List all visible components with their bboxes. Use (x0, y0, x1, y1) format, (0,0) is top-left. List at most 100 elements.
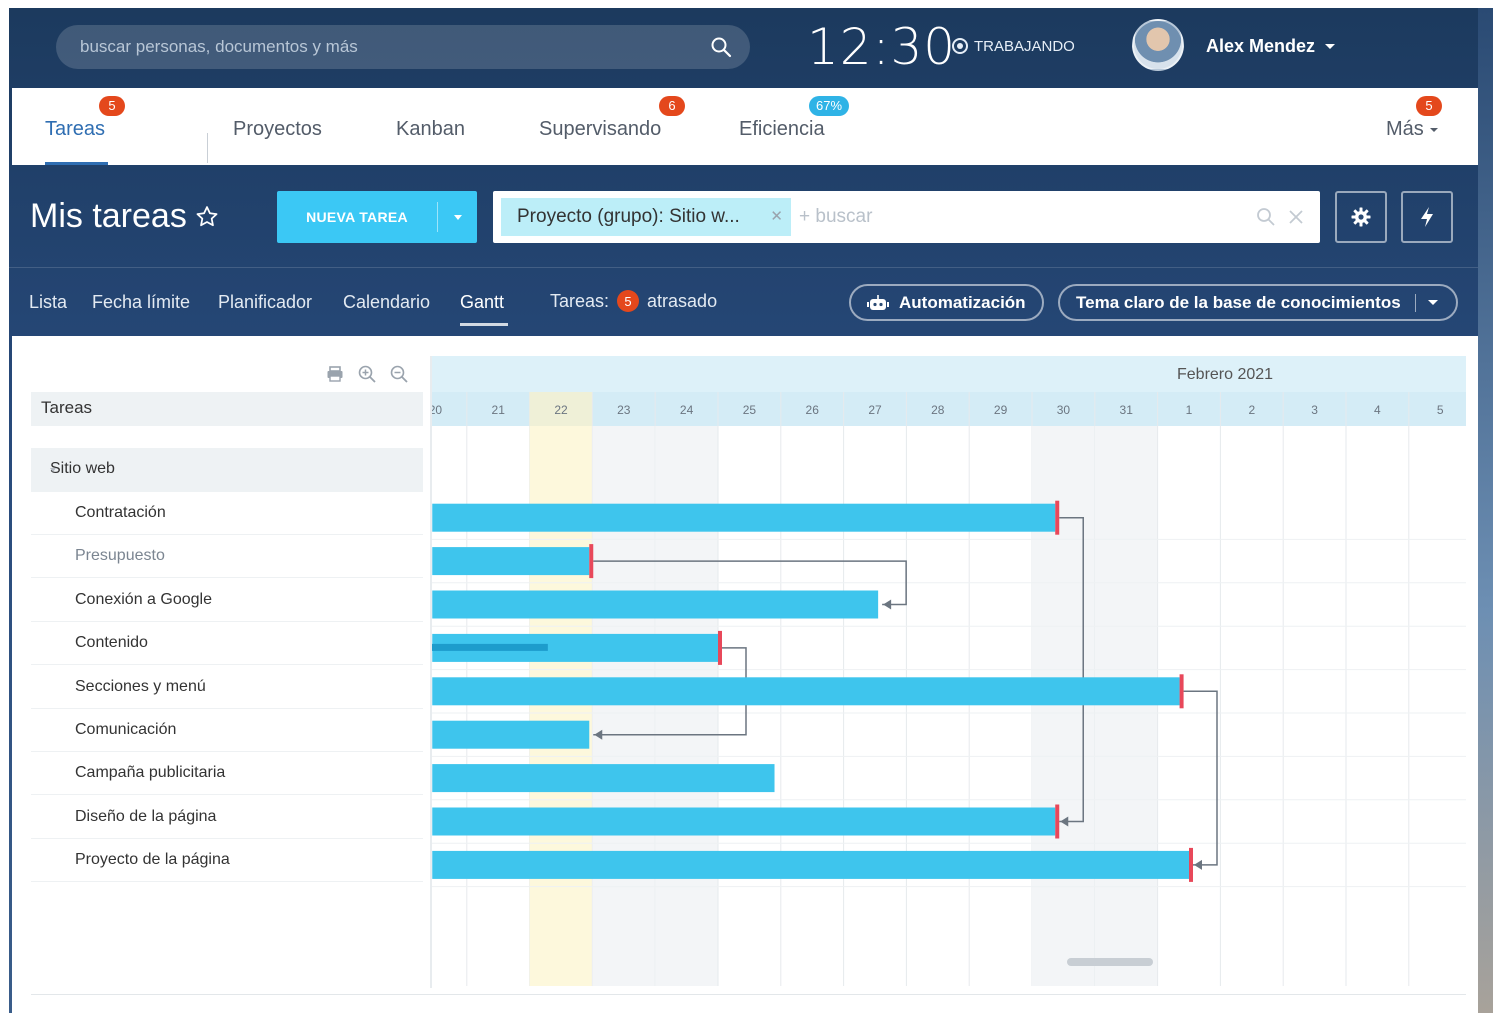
knowledge-base-theme-button[interactable]: Tema claro de la base de conocimientos (1058, 284, 1458, 321)
task-bar[interactable] (432, 850, 1189, 879)
chevron-down-icon (1325, 44, 1336, 49)
day-tick-label: 22 (554, 403, 568, 417)
task-name[interactable]: Diseño de la página (75, 808, 216, 826)
top-bar: 12:30 TRABAJANDO Alex Mendez (9, 8, 1478, 88)
day-tick-label: 21 (492, 403, 506, 417)
task-list: Tareas Sitio web Contratación Presupuesto… (31, 356, 423, 986)
task-bar[interactable] (432, 764, 775, 793)
task-name[interactable]: Contenido (75, 634, 148, 652)
tab-label: Más (1386, 118, 1424, 140)
task-row[interactable]: Secciones y menú (31, 666, 423, 709)
task-bar[interactable] (432, 720, 590, 749)
deadline-marker[interactable] (1189, 847, 1193, 882)
dependency-line (1183, 690, 1218, 866)
tab-badge: 6 (659, 96, 685, 116)
horizontal-scrollbar[interactable] (1067, 958, 1153, 966)
view-tab-calendario[interactable]: Calendario (343, 292, 430, 313)
task-name[interactable]: Secciones y menú (75, 678, 206, 696)
search-input[interactable] (80, 25, 680, 69)
tab-label: Supervisando (539, 118, 662, 140)
tab-tareas[interactable]: Tareas 5 (45, 96, 125, 141)
task-name[interactable]: Proyecto de la página (75, 851, 230, 869)
day-tick-label: 25 (743, 403, 757, 417)
zoom-in-icon[interactable] (357, 364, 377, 384)
task-name[interactable]: Contratación (75, 504, 166, 522)
panel-footer-line (31, 994, 1466, 995)
tab-mas[interactable]: Más 5 (1386, 96, 1442, 141)
new-task-dropdown[interactable] (438, 214, 477, 220)
tab-badge: 5 (99, 96, 125, 116)
filter-bar[interactable]: Proyecto (grupo): Sitio w... ✕ + buscar (493, 191, 1320, 243)
nav-divider (207, 133, 208, 163)
day-tick-label: 24 (680, 403, 694, 417)
day-tick-label: 20 (432, 403, 442, 417)
main-nav: Tareas 5 Proyectos Kanban Supervisando 6… (12, 88, 1478, 165)
chevron-down-icon[interactable] (50, 468, 56, 472)
filter-search-input[interactable]: + buscar (799, 206, 872, 228)
deadline-marker[interactable] (1179, 674, 1184, 709)
deadline-marker[interactable] (1055, 500, 1060, 535)
task-row[interactable]: Diseño de la página (31, 796, 423, 839)
group-row[interactable]: Sitio web (31, 448, 423, 492)
task-bar[interactable] (432, 807, 1056, 836)
tab-proyectos[interactable]: Proyectos (233, 118, 322, 141)
quick-actions-button[interactable] (1401, 191, 1453, 243)
day-tick-label: 26 (806, 403, 820, 417)
view-tab-fecha-limite[interactable]: Fecha límite (92, 292, 190, 313)
chevron-down-icon[interactable] (1427, 300, 1438, 305)
deadline-marker[interactable] (589, 544, 594, 579)
new-task-button[interactable]: NUEVA TAREA (277, 191, 477, 243)
task-name[interactable]: Presupuesto (75, 547, 165, 565)
overdue-badge: 5 (617, 290, 640, 312)
task-bar[interactable] (432, 590, 879, 619)
deadline-marker[interactable] (1055, 804, 1060, 839)
task-row[interactable]: Contenido (31, 622, 423, 666)
search-icon[interactable] (710, 36, 732, 58)
chevron-down-icon (453, 214, 462, 220)
task-name[interactable]: Conexión a Google (75, 591, 212, 609)
task-bar[interactable] (432, 547, 590, 576)
tab-badge: 67% (809, 96, 850, 116)
star-icon[interactable] (193, 203, 221, 231)
task-bar[interactable] (432, 503, 1056, 532)
view-tab-planificador[interactable]: Planificador (218, 292, 312, 313)
task-row[interactable]: Conexión a Google (31, 579, 423, 622)
tab-supervisando[interactable]: Supervisando 6 (539, 96, 685, 141)
task-row[interactable]: Contratación (31, 492, 423, 535)
close-icon[interactable]: ✕ (770, 207, 783, 225)
task-name[interactable]: Comunicación (75, 721, 176, 739)
task-row[interactable]: Presupuesto (31, 535, 423, 579)
settings-button[interactable] (1335, 191, 1387, 243)
user-menu[interactable]: Alex Mendez (1206, 36, 1336, 57)
day-tick-label: 31 (1120, 403, 1134, 417)
print-icon[interactable] (325, 364, 345, 384)
gear-icon (1351, 207, 1371, 227)
avatar[interactable] (1132, 19, 1184, 71)
automation-button[interactable]: Automatización (849, 284, 1044, 321)
app-window: 12:30 TRABAJANDO Alex Mendez Tareas 5 Pr… (9, 8, 1478, 1013)
day-tick-label: 30 (1057, 403, 1071, 417)
view-tab-gantt[interactable]: Gantt (460, 292, 504, 313)
clock[interactable]: 12:30 (807, 18, 956, 76)
tab-label: Eficiencia (739, 118, 825, 140)
deadline-marker[interactable] (718, 630, 722, 665)
day-tick-label: 5 (1437, 403, 1444, 417)
task-row[interactable]: Campaña publicitaria (31, 752, 423, 796)
task-name[interactable]: Campaña publicitaria (75, 764, 225, 782)
work-status[interactable]: TRABAJANDO (952, 36, 1075, 56)
overdue-prefix: Tareas: (550, 290, 610, 311)
task-row[interactable]: Comunicación (31, 709, 423, 752)
page-title: Mis tareas (30, 197, 221, 236)
filter-chip[interactable]: Proyecto (grupo): Sitio w... ✕ (501, 198, 791, 236)
clear-icon[interactable] (1286, 207, 1306, 227)
task-bar[interactable] (432, 677, 1180, 706)
search-icon[interactable] (1256, 207, 1276, 227)
view-tab-lista[interactable]: Lista (29, 292, 67, 313)
zoom-out-icon[interactable] (389, 364, 409, 384)
global-search[interactable] (56, 25, 750, 69)
tab-eficiencia[interactable]: Eficiencia 67% (739, 96, 850, 141)
task-row[interactable]: Proyecto de la página (31, 839, 423, 883)
tab-kanban[interactable]: Kanban (396, 118, 465, 141)
tab-label: Tareas (45, 118, 106, 140)
overdue-counter[interactable]: Tareas: 5 atrasado (550, 290, 717, 312)
